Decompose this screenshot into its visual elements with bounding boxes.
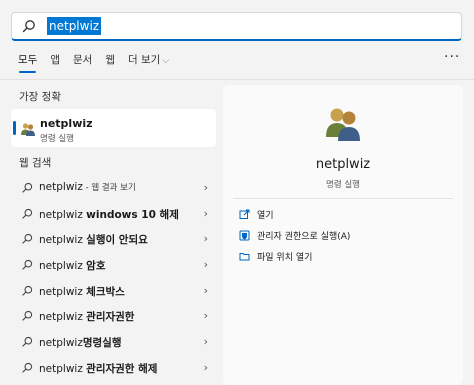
- chevron-right-icon: ›: [203, 360, 208, 374]
- search-icon: [22, 20, 35, 33]
- tab-apps[interactable]: 앱: [50, 52, 60, 74]
- tab-more-label: 더 보기: [128, 54, 161, 66]
- details-title: netplwiz: [315, 157, 371, 172]
- tab-web[interactable]: 웹: [105, 52, 115, 74]
- details-panel: netplwiz 명령 실행 열기 관리자 권한으로 실행(A) 파일 위치 열…: [223, 85, 463, 385]
- web-search-label: netplwiz windows 10 해제: [39, 208, 179, 221]
- folder-icon: [239, 253, 250, 261]
- chevron-right-icon: ›: [203, 232, 208, 246]
- best-match-heading: 가장 정확: [19, 91, 61, 103]
- shield-icon: [239, 230, 250, 241]
- tab-documents[interactable]: 문서: [73, 52, 92, 74]
- more-options-button[interactable]: ···: [444, 49, 460, 65]
- chevron-right-icon: ›: [203, 309, 208, 323]
- search-input[interactable]: netplwiz: [47, 17, 102, 35]
- chevron-right-icon: ›: [203, 335, 208, 349]
- open-action-label: 열기: [257, 211, 274, 221]
- web-search-label: netplwiz 암호: [39, 260, 106, 273]
- open-icon: [239, 209, 250, 219]
- search-icon: [22, 311, 33, 322]
- users-icon: [326, 108, 360, 141]
- list-item[interactable]: netplwiz 체크박스 ›: [11, 278, 216, 304]
- search-icon: [22, 259, 33, 270]
- details-subtitle: 명령 실행: [326, 180, 360, 190]
- run-as-admin-label: 관리자 권한으로 실행(A): [257, 232, 351, 242]
- search-icon: [22, 182, 33, 193]
- list-item[interactable]: netplwiz 관리자권한 해제 ›: [11, 355, 216, 381]
- web-search-label: netplwiz 실행이 안되요: [39, 234, 148, 247]
- search-bar[interactable]: netplwiz: [11, 12, 462, 41]
- search-icon: [22, 208, 33, 219]
- chevron-right-icon: ›: [203, 181, 208, 194]
- filter-tabs: 모두 앱 문서 웹 더 보기 ⌵: [18, 52, 182, 74]
- chevron-right-icon: ›: [203, 258, 208, 272]
- search-icon: [22, 285, 33, 296]
- open-file-location-label: 파일 위치 열기: [257, 253, 313, 263]
- web-search-label: netplwiz명령실행: [39, 337, 122, 350]
- best-match-title: netplwiz: [40, 117, 93, 130]
- tab-all[interactable]: 모두: [18, 52, 37, 74]
- best-match-subtitle: 명령 실행: [40, 134, 74, 144]
- list-item[interactable]: netplwiz - 웹 결과 보기 ›: [11, 175, 216, 201]
- search-icon: [22, 336, 33, 347]
- best-match-item[interactable]: netplwiz 명령 실행: [11, 109, 216, 147]
- search-icon: [22, 362, 33, 373]
- web-search-label: netplwiz 체크박스: [39, 285, 125, 298]
- web-search-label: netplwiz 관리자권한: [39, 311, 135, 324]
- divider: [233, 198, 453, 199]
- chevron-right-icon: ›: [203, 206, 208, 220]
- chevron-down-icon: ⌵: [162, 56, 170, 66]
- list-item[interactable]: netplwiz명령실행 ›: [11, 329, 216, 355]
- chevron-right-icon: ›: [203, 283, 208, 297]
- tab-more[interactable]: 더 보기 ⌵: [128, 52, 169, 74]
- list-item[interactable]: netplwiz windows 10 해제 ›: [11, 201, 216, 227]
- list-item[interactable]: netplwiz 실행이 안되요 ›: [11, 226, 216, 252]
- web-search-heading: 웹 검색: [19, 157, 52, 169]
- list-item[interactable]: netplwiz 암호 ›: [11, 252, 216, 278]
- web-search-list: netplwiz - 웹 결과 보기 › netplwiz windows 10…: [11, 175, 216, 381]
- list-item[interactable]: netplwiz 관리자권한 ›: [11, 303, 216, 329]
- web-search-label: netplwiz - 웹 결과 보기: [39, 181, 136, 193]
- web-search-label: netplwiz 관리자권한 해제: [39, 362, 158, 375]
- divider: [0, 79, 474, 80]
- search-icon: [22, 234, 33, 244]
- users-icon: [21, 123, 35, 136]
- selection-indicator: [13, 121, 16, 135]
